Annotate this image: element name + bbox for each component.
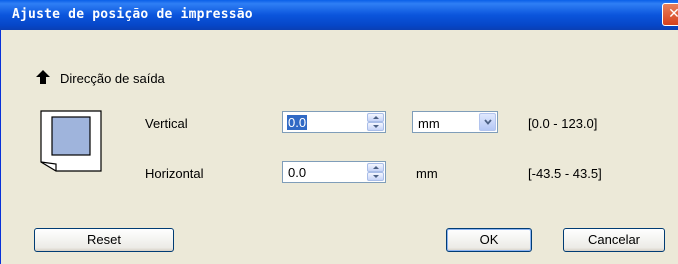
vertical-label: Vertical [145,116,188,131]
unit-select-value: mm [418,116,440,131]
arrow-up-small-icon [373,116,379,119]
vertical-value[interactable]: 0.0 [287,115,308,130]
page-preview-icon [40,110,102,172]
title-bar: Ajuste de posição de impressão [0,0,678,30]
output-direction-label: Direcção de saída [60,71,165,86]
unit-select[interactable]: mm [412,111,498,133]
arrow-down-small-icon [373,175,379,178]
close-icon: ✕ [668,6,678,22]
reset-button[interactable]: Reset [34,228,174,252]
vertical-spinbox[interactable]: 0.0 [282,111,386,133]
arrow-up-icon [36,70,50,84]
ok-button[interactable]: OK [446,228,532,252]
horizontal-spinbox[interactable]: 0.0 [282,161,386,183]
vertical-range: [0.0 - 123.0] [528,116,598,131]
arrow-up-small-icon [373,166,379,169]
window-title: Ajuste de posição de impressão [12,7,253,22]
chevron-down-icon [484,119,492,125]
horizontal-value[interactable]: 0.0 [288,165,306,180]
horizontal-decrement-button[interactable] [367,172,384,181]
cancel-button[interactable]: Cancelar [563,228,665,252]
horizontal-unit: mm [416,166,438,181]
horizontal-range: [-43.5 - 43.5] [528,166,602,181]
vertical-increment-button[interactable] [367,113,384,122]
horizontal-label: Horizontal [145,166,204,181]
close-button[interactable]: ✕ [662,3,678,26]
horizontal-increment-button[interactable] [367,163,384,172]
arrow-down-small-icon [373,125,379,128]
unit-dropdown-button[interactable] [479,113,496,131]
vertical-decrement-button[interactable] [367,122,384,131]
